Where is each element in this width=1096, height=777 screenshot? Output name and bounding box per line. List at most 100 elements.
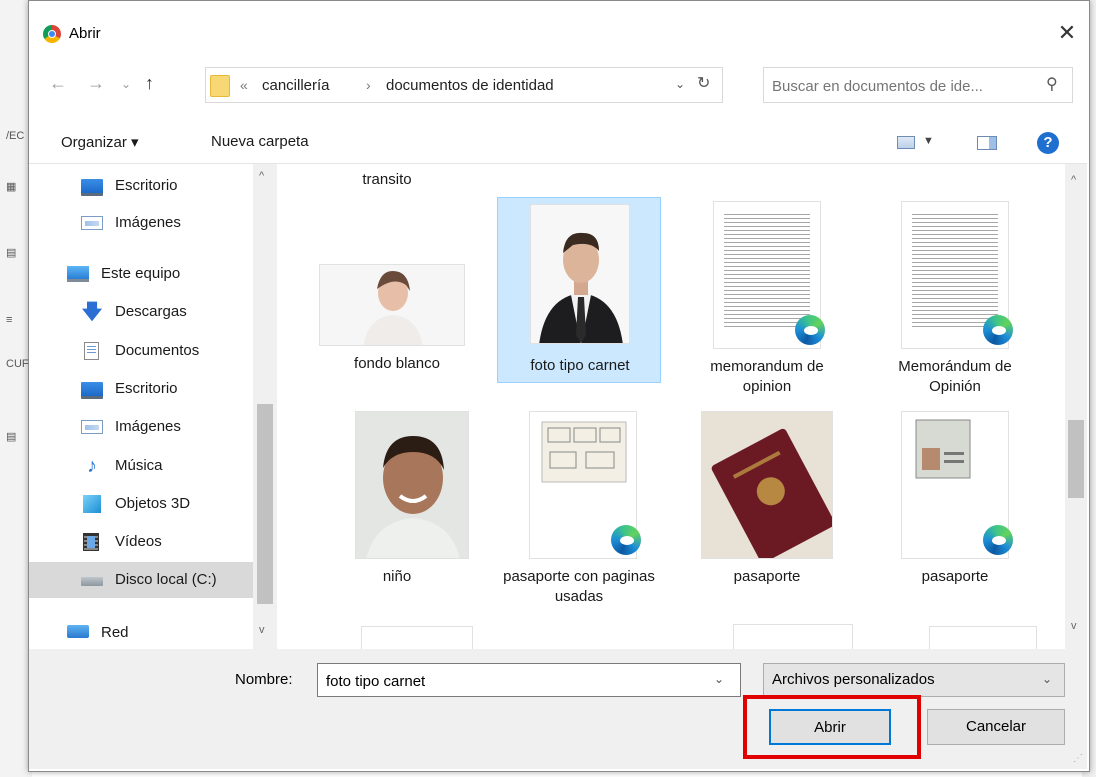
this-pc-icon bbox=[67, 266, 89, 282]
title-bar: Abrir ✕ bbox=[29, 1, 1089, 61]
file-label: fondo blanco bbox=[354, 355, 440, 372]
address-dropdown-icon[interactable]: ⌄ bbox=[675, 77, 685, 91]
sidebar-item-imagenes[interactable]: Imágenes bbox=[29, 205, 253, 241]
file-tile-pasaporte-doc[interactable]: pasaporte bbox=[873, 407, 1037, 597]
sidebar-item-videos[interactable]: Vídeos bbox=[29, 524, 253, 560]
scroll-down-icon[interactable]: v bbox=[259, 624, 265, 636]
chevron-down-icon[interactable]: ⌄ bbox=[714, 672, 724, 686]
open-file-dialog: Abrir ✕ ← → ⌄ ↑ « cancillería › document… bbox=[28, 0, 1090, 772]
sidebar-item-red[interactable]: Red bbox=[29, 615, 253, 651]
dialog-footer: Nombre: ⌄ Archivos personalizados ⌄ Abri… bbox=[29, 649, 1087, 769]
file-tile-nino[interactable]: niño bbox=[315, 407, 479, 597]
chevron-down-icon: ⌄ bbox=[1042, 672, 1053, 686]
search-input[interactable] bbox=[770, 74, 1044, 98]
address-bar[interactable]: « cancillería › documentos de identidad bbox=[205, 67, 723, 103]
file-label: memorandum de opinion bbox=[710, 358, 824, 395]
help-icon[interactable]: ? bbox=[1037, 132, 1059, 154]
close-button[interactable]: ✕ bbox=[1053, 19, 1081, 47]
sidebar-item-label: Vídeos bbox=[115, 533, 162, 550]
sidebar-item-label: Disco local (C:) bbox=[115, 571, 217, 588]
new-folder-button[interactable]: Nueva carpeta bbox=[211, 133, 309, 150]
thumbnail-child-photo bbox=[355, 411, 469, 559]
edge-icon bbox=[611, 525, 641, 555]
sidebar-item-disco-local[interactable]: Disco local (C:) bbox=[29, 562, 253, 598]
file-label: Memorándum de Opinión bbox=[898, 358, 1012, 395]
file-label-partial[interactable]: transito bbox=[305, 170, 469, 190]
sidebar-item-label: Documentos bbox=[115, 342, 200, 359]
thumbnail-passport-photo bbox=[701, 411, 833, 559]
view-options-dropdown[interactable]: ▼ bbox=[923, 135, 934, 147]
preview-pane-icon[interactable] bbox=[977, 136, 997, 150]
file-tile-fondo-blanco[interactable]: fondo blanco bbox=[315, 254, 479, 384]
scrollbar-thumb[interactable] bbox=[257, 404, 273, 604]
refresh-icon[interactable]: ↻ bbox=[697, 73, 710, 93]
search-icon[interactable]: ⚲ bbox=[1046, 74, 1058, 94]
file-name-input[interactable] bbox=[324, 670, 708, 692]
file-list-scrollbar[interactable]: ^ v bbox=[1065, 164, 1087, 649]
recent-locations-icon[interactable]: ⌄ bbox=[121, 77, 131, 91]
thumbnail-partial[interactable] bbox=[929, 626, 1037, 649]
forward-arrow-icon[interactable]: → bbox=[87, 73, 105, 94]
breadcrumb-overflow[interactable]: « bbox=[240, 77, 248, 93]
file-type-select[interactable]: Archivos personalizados ⌄ bbox=[763, 663, 1065, 697]
sidebar-item-label: Este equipo bbox=[101, 265, 181, 282]
sidebar-item-escritorio[interactable]: Escritorio bbox=[29, 168, 253, 204]
desktop-icon bbox=[81, 179, 103, 196]
sidebar-item-label: Imágenes bbox=[115, 418, 181, 435]
sidebar-item-documentos[interactable]: Documentos bbox=[29, 333, 253, 369]
up-arrow-icon[interactable]: ↑ bbox=[145, 73, 154, 94]
documents-icon bbox=[84, 342, 99, 360]
thumbnail-man-photo bbox=[530, 204, 630, 344]
sidebar-item-label: Red bbox=[101, 624, 129, 641]
background-side-icon: ▦ bbox=[6, 181, 17, 193]
chrome-icon bbox=[43, 25, 61, 43]
breadcrumb-separator-icon[interactable]: › bbox=[366, 77, 371, 93]
file-name-field[interactable]: ⌄ bbox=[317, 663, 741, 697]
scroll-up-icon[interactable]: ^ bbox=[259, 170, 264, 182]
desktop-icon bbox=[81, 382, 103, 399]
cancel-button[interactable]: Cancelar bbox=[927, 709, 1065, 745]
edge-icon bbox=[983, 525, 1013, 555]
background-side-icon: ≡ bbox=[6, 314, 13, 326]
thumbnail-woman-photo bbox=[319, 264, 465, 346]
organize-button[interactable]: Organizar ▾ bbox=[61, 133, 139, 151]
sidebar-item-imagenes-2[interactable]: Imágenes bbox=[29, 409, 253, 445]
breadcrumb-cancilleria[interactable]: cancillería bbox=[262, 77, 330, 94]
search-box[interactable]: ⚲ bbox=[763, 67, 1073, 103]
background-side-text: CUF bbox=[6, 358, 29, 370]
highlight-annotation bbox=[743, 695, 921, 759]
file-label: niño bbox=[382, 568, 412, 585]
thumbnail-partial[interactable] bbox=[361, 626, 473, 649]
local-disk-icon bbox=[81, 577, 103, 586]
file-list: transito fondo blanco foto tipo carnet m… bbox=[285, 164, 1065, 649]
edge-icon bbox=[795, 315, 825, 345]
sidebar-item-descargas[interactable]: 🡇 Descargas bbox=[29, 294, 253, 330]
scroll-up-icon[interactable]: ^ bbox=[1071, 174, 1076, 186]
scroll-down-icon[interactable]: v bbox=[1071, 620, 1077, 632]
file-tile-pasaporte-foto[interactable]: pasaporte bbox=[685, 407, 849, 597]
sidebar-item-este-equipo[interactable]: Este equipo bbox=[29, 256, 253, 292]
back-arrow-icon[interactable]: ← bbox=[49, 73, 67, 94]
file-label: pasaporte con paginas usadas bbox=[503, 568, 655, 605]
change-view-icon[interactable] bbox=[897, 136, 915, 149]
navigation-scrollbar[interactable]: ^ v bbox=[253, 164, 277, 649]
file-tile-foto-tipo-carnet[interactable]: foto tipo carnet bbox=[497, 197, 661, 383]
command-bar: Organizar ▾ Nueva carpeta ▼ ? bbox=[29, 123, 1087, 164]
breadcrumb-documentos[interactable]: documentos de identidad bbox=[386, 77, 554, 94]
file-tile-memorandum-de-opinion[interactable]: memorandum de opinion bbox=[685, 197, 849, 403]
file-label: pasaporte bbox=[733, 568, 801, 585]
sidebar-item-objetos-3d[interactable]: Objetos 3D bbox=[29, 486, 253, 522]
sidebar-item-escritorio-2[interactable]: Escritorio bbox=[29, 371, 253, 407]
sidebar-item-label: Objetos 3D bbox=[115, 495, 191, 512]
file-type-value: Archivos personalizados bbox=[772, 671, 935, 688]
folder-icon bbox=[210, 75, 230, 97]
3d-objects-icon bbox=[83, 495, 101, 513]
thumbnail-partial[interactable] bbox=[733, 624, 853, 649]
sidebar-item-label: Descargas bbox=[115, 303, 187, 320]
scrollbar-thumb[interactable] bbox=[1068, 420, 1084, 498]
resize-grip-icon[interactable]: ⋰ bbox=[1073, 753, 1083, 764]
file-name-label: Nombre: bbox=[235, 671, 293, 688]
file-tile-pasaporte-paginas[interactable]: pasaporte con paginas usadas bbox=[497, 407, 661, 617]
sidebar-item-musica[interactable]: ♪ Música bbox=[29, 448, 253, 484]
file-tile-memorandum-opinion[interactable]: Memorándum de Opinión bbox=[873, 197, 1037, 403]
